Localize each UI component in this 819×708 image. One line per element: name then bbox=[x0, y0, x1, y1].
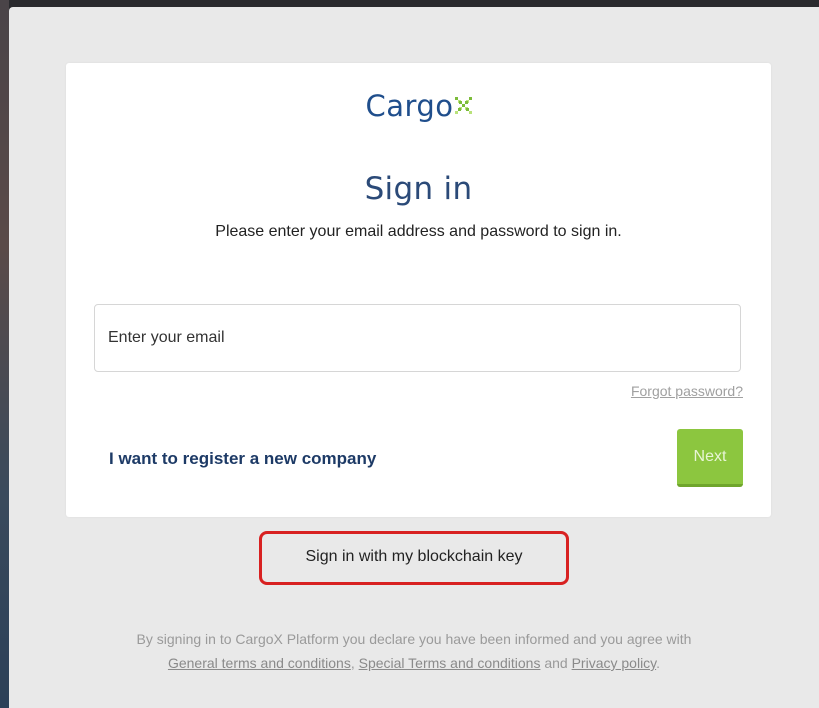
email-input[interactable] bbox=[94, 304, 741, 372]
terms-text: By signing in to CargoX Platform you dec… bbox=[136, 631, 692, 647]
blockchain-signin-link[interactable]: Sign in with my blockchain key bbox=[262, 548, 566, 566]
cargox-logo: Cargo bbox=[66, 89, 771, 123]
terms-comma: , bbox=[350, 655, 355, 671]
x-mark-icon bbox=[454, 97, 472, 114]
signin-card: Cargo Sign in Please enter your email ad… bbox=[66, 63, 771, 517]
forgot-password-link[interactable]: Forgot password? bbox=[631, 383, 743, 399]
logo-text: Cargo bbox=[365, 89, 454, 123]
terms-period: . bbox=[656, 655, 661, 671]
special-terms-link[interactable]: Special Terms and conditions bbox=[359, 655, 541, 671]
signin-instructions: Please enter your email address and pass… bbox=[215, 223, 622, 240]
general-terms-link[interactable]: General terms and conditions bbox=[168, 655, 351, 671]
privacy-policy-link[interactable]: Privacy policy bbox=[572, 655, 657, 671]
page-title: Sign in bbox=[364, 171, 473, 207]
blockchain-highlight: Sign in with my blockchain key bbox=[259, 531, 569, 585]
next-button[interactable]: Next bbox=[677, 429, 743, 487]
signin-page: Cargo Sign in Please enter your email ad… bbox=[9, 7, 819, 708]
terms-and: and bbox=[544, 655, 568, 671]
background-window-strip bbox=[0, 0, 9, 708]
terms-notice: By signing in to CargoX Platform you dec… bbox=[9, 627, 819, 675]
register-company-link[interactable]: I want to register a new company bbox=[109, 449, 376, 469]
